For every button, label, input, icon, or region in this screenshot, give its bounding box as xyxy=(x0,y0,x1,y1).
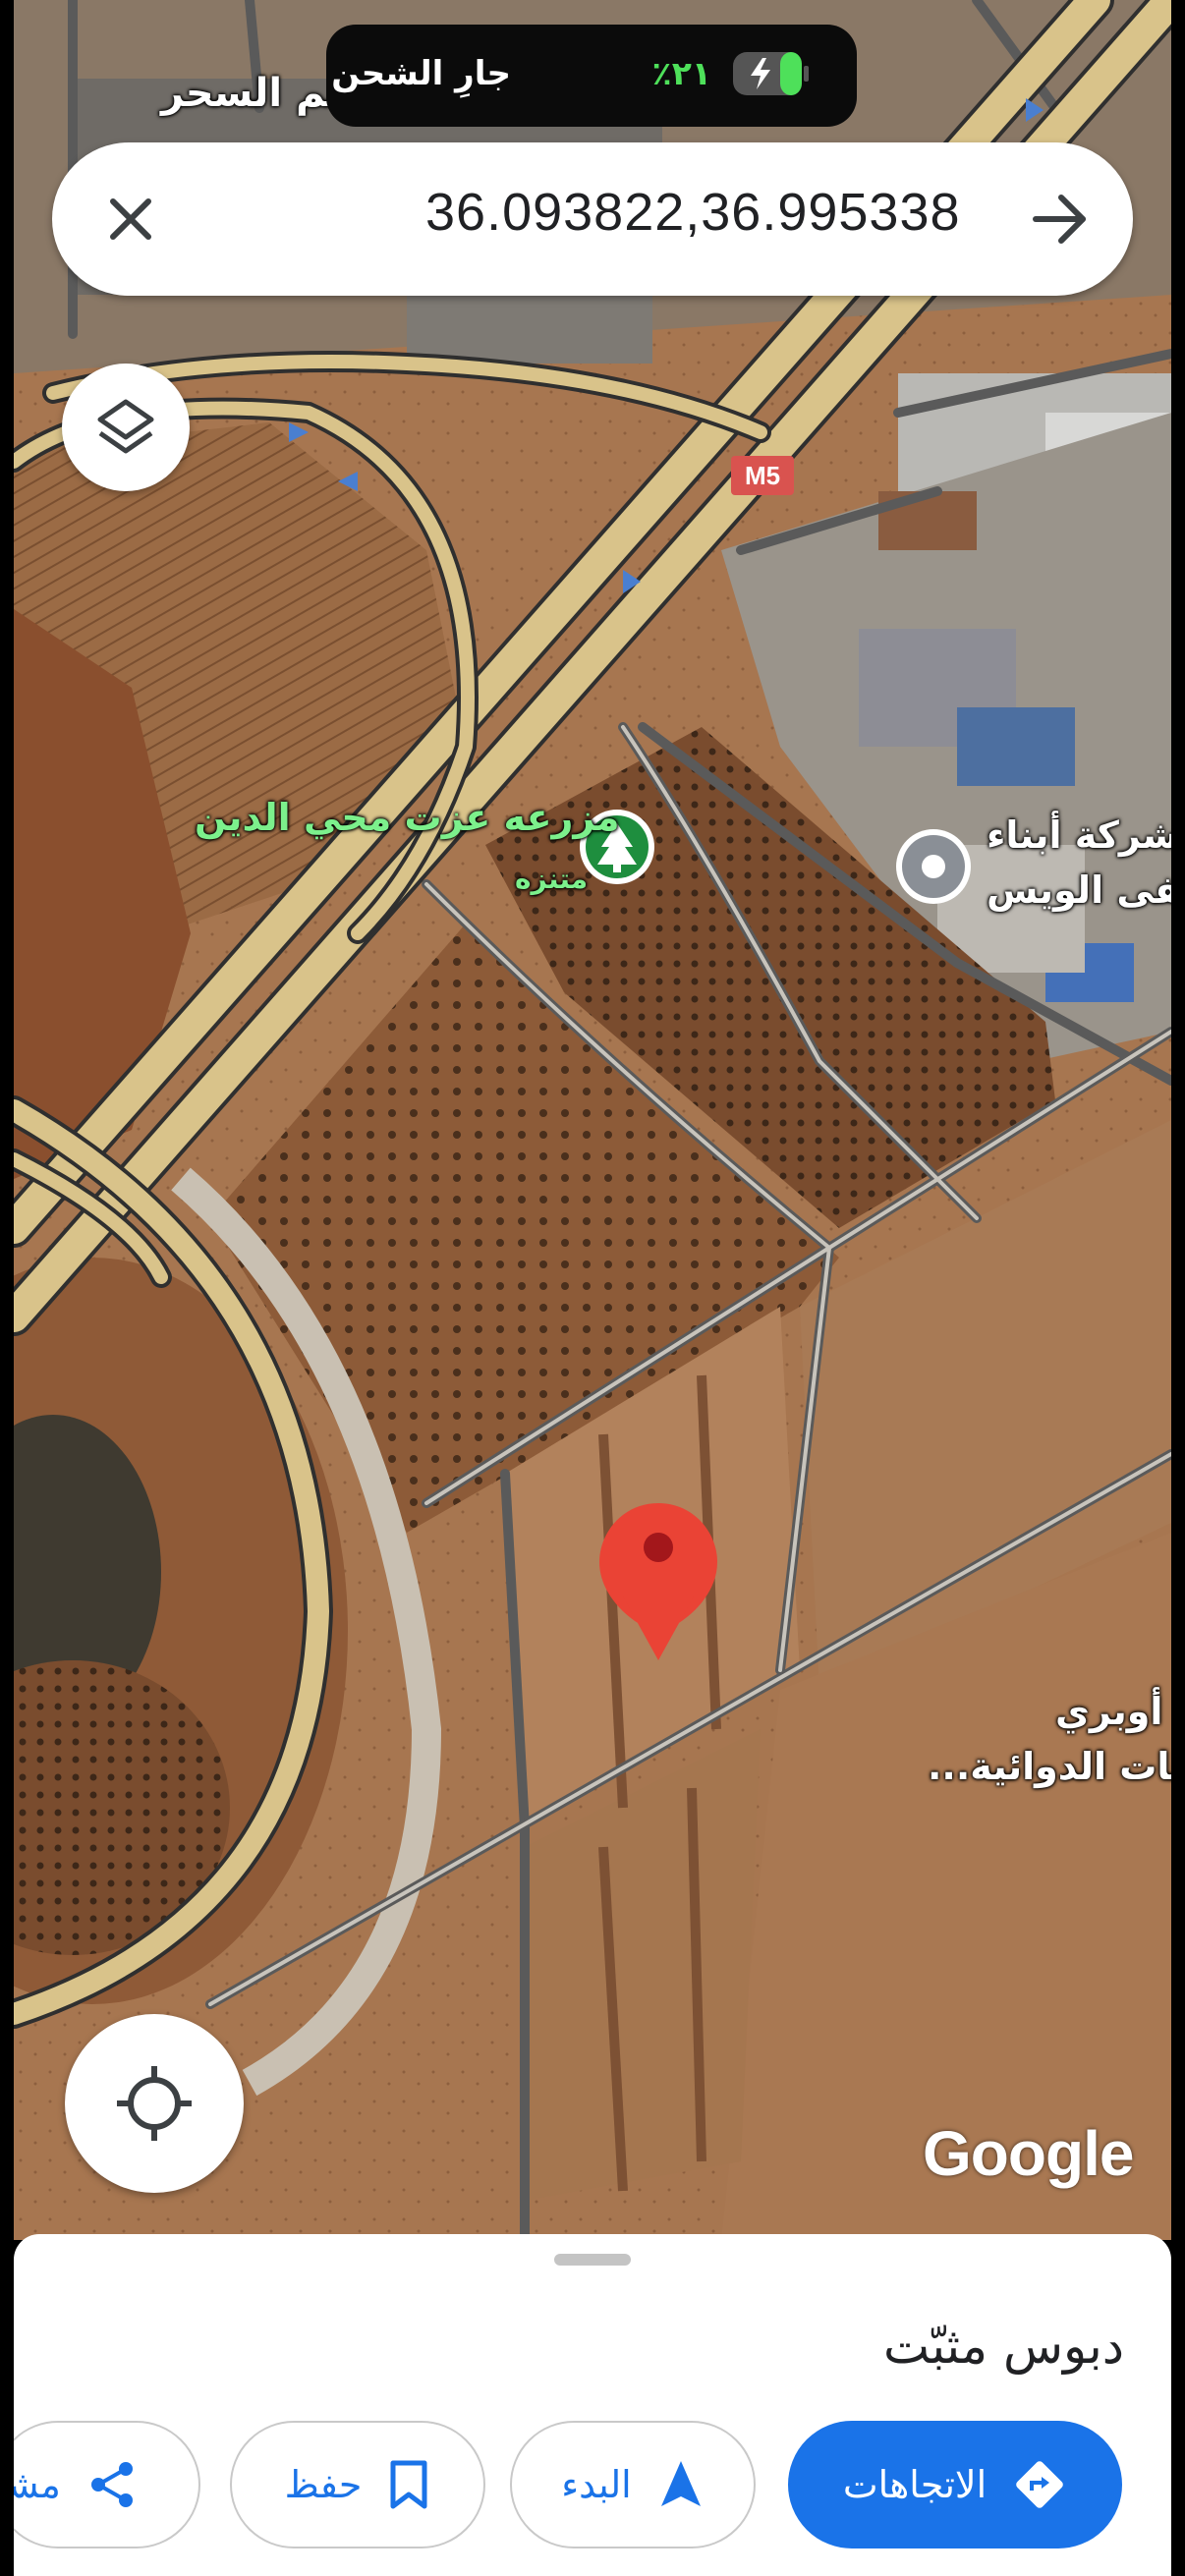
layers-button[interactable] xyxy=(62,364,190,491)
battery-charging-icon xyxy=(733,52,809,95)
search-bar[interactable]: 36.093822,36.995338 xyxy=(52,142,1133,296)
charging-status-pill: جارِ الشحن ٢١٪ xyxy=(326,25,857,127)
search-query[interactable]: 36.093822,36.995338 xyxy=(425,182,961,243)
road-shield: M5 xyxy=(731,456,794,495)
my-location-button[interactable] xyxy=(65,2014,244,2193)
battery-percent: ٢١٪ xyxy=(651,54,711,92)
directions-button[interactable]: الاتجاهات xyxy=(788,2421,1122,2548)
charging-text: جارِ الشحن xyxy=(331,54,511,93)
map-label-company-line1[interactable]: شركة أبناء xyxy=(987,813,1171,857)
map-label-pharma-line2[interactable]: عات الدوائية... xyxy=(928,1745,1171,1788)
share-label: مشا xyxy=(14,2463,61,2506)
go-button[interactable] xyxy=(1021,180,1100,258)
map-label-farm[interactable]: مزرعه عزت محي الدين xyxy=(195,796,620,839)
navigation-icon xyxy=(660,2461,701,2506)
arrow-right-icon xyxy=(1033,195,1086,244)
place-bottom-sheet[interactable]: دبوس مثبّت الاتجاهات البدء حفظ مش xyxy=(14,2234,1171,2576)
map-imagery xyxy=(14,0,1171,2240)
start-label: البدء xyxy=(561,2463,632,2506)
my-location-icon xyxy=(117,2066,192,2141)
drag-handle[interactable] xyxy=(554,2254,631,2266)
directions-icon xyxy=(1016,2461,1063,2508)
map-label-pharma-line1[interactable]: أوبري xyxy=(1055,1690,1162,1733)
google-attribution: Google xyxy=(923,2118,1134,2189)
close-button[interactable] xyxy=(91,180,170,258)
layers-icon xyxy=(97,399,154,454)
start-button[interactable]: البدء xyxy=(510,2421,756,2548)
satellite-map[interactable]: M5 عالم السحر مزرعه عزت محي الدين متنزه … xyxy=(14,0,1171,2240)
save-button[interactable]: حفظ xyxy=(230,2421,485,2548)
close-icon xyxy=(110,198,151,240)
place-title: دبوس مثبّت xyxy=(883,2318,1124,2375)
company-marker[interactable] xyxy=(896,829,971,904)
map-label-farm-category: متنزه xyxy=(515,863,589,895)
share-button[interactable]: مشا xyxy=(14,2421,200,2548)
screen: M5 عالم السحر مزرعه عزت محي الدين متنزه … xyxy=(0,0,1185,2576)
directions-label: الاتجاهات xyxy=(842,2463,988,2506)
share-icon xyxy=(90,2462,133,2507)
bookmark-icon xyxy=(390,2460,427,2509)
save-label: حفظ xyxy=(284,2463,363,2506)
map-label-company-line2[interactable]: طفى الويس xyxy=(987,868,1171,912)
